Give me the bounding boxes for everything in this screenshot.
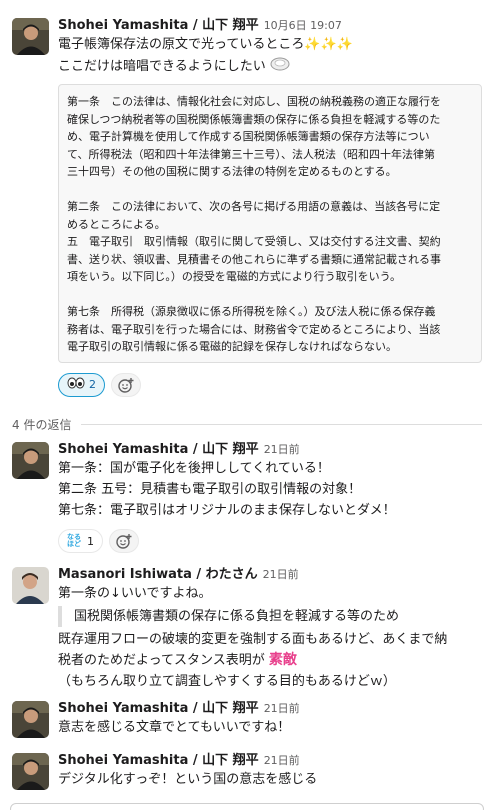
- message-line: 電子帳簿保存法の原文で光っているところ✨✨✨: [58, 37, 353, 52]
- parent-message: Shohei Yamashita / 山下 翔平 10月6日 19:07 電子帳簿…: [0, 14, 494, 414]
- sparkles-icon: ✨✨✨: [304, 37, 353, 52]
- quote-line: 三十四号）その他の国税に関する法律の特例を定めるものとする。: [67, 165, 397, 178]
- avatar[interactable]: [12, 567, 49, 604]
- quote-line: 項をいう。以下同じ。）の授受を電磁的方式により行う取引をいう。: [67, 270, 401, 283]
- reply-count-label: 4 件の返信: [12, 417, 72, 432]
- message-line: 既存運用フローの破壊的変更を強制する面もあるけど、あくまで納: [58, 632, 448, 647]
- reaction-count: 2: [89, 378, 96, 391]
- quote-line: 務者は、電子取引を行った場合には、財務省令で定めるところにより、当該: [67, 322, 441, 336]
- avatar[interactable]: [12, 18, 49, 55]
- naruhodo-emoji-icon: なるほど: [67, 533, 81, 548]
- timestamp[interactable]: 21日前: [263, 568, 299, 581]
- add-emoji-icon: [116, 534, 132, 549]
- author-name[interactable]: Shohei Yamashita / 山下 翔平: [58, 442, 259, 457]
- author-name[interactable]: Masanori Ishiwata / わたさん: [58, 567, 258, 582]
- quote-line: 電子取引の取引情報に係る電磁的記録を保存しなければならない。: [67, 340, 397, 353]
- author-name[interactable]: Shohei Yamashita / 山下 翔平: [58, 18, 259, 33]
- timestamp[interactable]: 21日前: [264, 443, 300, 456]
- quote-spacer: [67, 181, 473, 199]
- avatar[interactable]: [12, 701, 49, 738]
- quote-line: 書、送り状、領収書、見積書その他これらに準ずる書類に通常記載される事: [67, 252, 441, 266]
- reply-message: Shohei Yamashita / 山下 翔平 21日前 意志を感じる文章でとて…: [0, 697, 494, 745]
- reaction-naruhodo[interactable]: なるほど 1: [58, 529, 103, 553]
- avatar[interactable]: [12, 442, 49, 479]
- avatar[interactable]: [12, 753, 49, 790]
- reply-message: Shohei Yamashita / 山下 翔平 21日前 デジタル化すっぞ！とい…: [0, 749, 494, 797]
- reaction-eyes[interactable]: 2: [58, 372, 105, 397]
- message-composer[interactable]: [10, 803, 484, 810]
- reply-count-divider: 4 件の返信: [12, 414, 482, 434]
- quote-line: 第七条 所得税（源泉徴収に係る所得税を除く。）及び法人税に係る保存義: [67, 305, 436, 318]
- quoted-law-text: 第一条 この法律は、情報化社会に対応し、国税の納税義務の適正な履行を 確保しつつ…: [58, 84, 482, 363]
- reply-message: Shohei Yamashita / 山下 翔平 21日前 第一条：国が電子化を後…: [0, 438, 494, 558]
- message-line: 第一条：国が電子化を後押ししてくれている！: [58, 461, 330, 476]
- message-line: 第二条 五号：見積書も電子取引の取引情報の対象！: [58, 482, 362, 497]
- reaction-count: 1: [87, 534, 94, 548]
- message-line: （もちろん取り立て調査しやすくする目的もあるけどｗ）: [58, 674, 396, 689]
- author-name[interactable]: Shohei Yamashita / 山下 翔平: [58, 701, 259, 716]
- quote-line: めるところによる。: [67, 217, 166, 231]
- message-line: 第七条：電子取引はオリジナルのまま保存しないとダメ！: [58, 503, 396, 518]
- reaction-bar: 2: [58, 372, 484, 397]
- quote-line: 五 電子取引 取引情報（取引に関して受領し、又は交付する注文書、契約: [67, 235, 441, 248]
- quote-line: め、電子計算機を使用して作成する国税関係帳簿書類の保存方法等につい: [67, 130, 430, 143]
- timestamp[interactable]: 21日前: [264, 754, 300, 767]
- add-emoji-icon: [118, 377, 134, 393]
- message-line: 第一条の↓いいですよね。: [58, 586, 212, 601]
- timestamp[interactable]: 21日前: [264, 702, 300, 715]
- quote-line: 第一条 この法律は、情報化社会に対応し、国税の納税義務の適正な履行を: [67, 95, 441, 108]
- quote-line: て、所得税法（昭和四十年法律第三十三号）、法人税法（昭和四十年法律第: [67, 147, 435, 161]
- quote-line: 確保しつつ納税者等の国税関係帳簿書類の保存に係る負担を軽減する等のた: [67, 112, 441, 126]
- inline-quote: 国税関係帳簿書類の保存に係る負担を軽減する等のため: [58, 606, 484, 627]
- reaction-bar: なるほど 1: [58, 529, 484, 553]
- message-line: ここだけは暗唱できるようにしたい: [58, 55, 484, 78]
- timestamp[interactable]: 10月6日 19:07: [264, 19, 342, 32]
- quote-line: 第二条 この法律において、次の各号に掲げる用語の意義は、当該各号に定: [67, 200, 441, 213]
- quote-spacer: [67, 286, 473, 304]
- message-line: 税者のためだよってスタンス表明が 素敵: [58, 652, 297, 668]
- message-line: 意志を感じる文章でとてもいいですね！: [58, 720, 291, 735]
- add-reaction-button[interactable]: [109, 529, 139, 553]
- suteki-emoji-icon: 素敵: [268, 652, 297, 668]
- reply-message: Masanori Ishiwata / わたさん 21日前 第一条の↓いいですよね…: [0, 563, 494, 693]
- add-reaction-button[interactable]: [111, 372, 141, 397]
- author-name[interactable]: Shohei Yamashita / 山下 翔平: [58, 753, 259, 768]
- eyes-emoji-icon: [67, 377, 85, 392]
- divider-line: [81, 423, 482, 425]
- message-line: デジタル化すっぞ！という国の意志を感じる: [58, 772, 318, 787]
- sparkle-dish-icon: [270, 55, 290, 78]
